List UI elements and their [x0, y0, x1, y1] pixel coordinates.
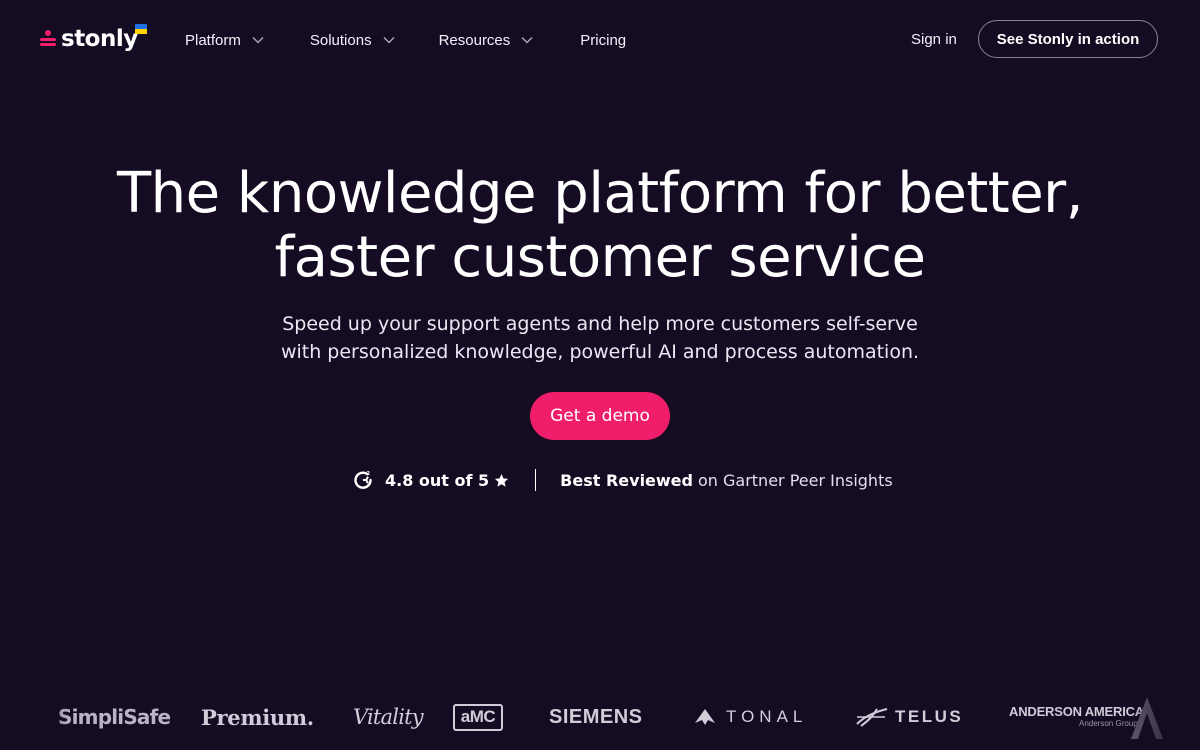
vitality-logo: Vitality [353, 705, 424, 729]
svg-text:2: 2 [367, 471, 371, 477]
star-icon [495, 473, 509, 487]
telus-logo-text: TELUS [895, 707, 964, 726]
logos-fade-left [0, 660, 70, 750]
premium-logo: Premium. [201, 704, 314, 730]
sign-in-link[interactable]: Sign in [911, 30, 957, 50]
rating-bar: 2 4.8 out of 5 Best Reviewed on Gartner … [353, 468, 893, 492]
telus-logo: TELUS [855, 690, 963, 744]
tonal-mark-icon [695, 709, 715, 725]
hero-subtitle-line-2: with personalized knowledge, powerful AI… [280, 341, 920, 363]
chevron-down-icon [383, 36, 395, 44]
ukraine-flag-icon [135, 24, 147, 34]
nav-item-label: Resources [438, 31, 511, 49]
telus-mark-icon [856, 708, 888, 727]
hero-title-line-2: faster customer service [274, 225, 926, 290]
see-stonly-in-action-button[interactable]: See Stonly in action [978, 20, 1158, 58]
tonal-logo: TONAL [694, 690, 807, 744]
amc-logo-text: aMC [453, 703, 503, 731]
nav-item-label: Solutions [309, 31, 372, 49]
rating-score: 4.8 out of 5 [385, 470, 490, 490]
nav-item-label: Pricing [580, 31, 627, 49]
chevron-down-icon [252, 36, 264, 44]
nav-item-resources[interactable]: Resources [439, 32, 535, 49]
nav-item-platform[interactable]: Platform [185, 32, 265, 49]
top-navigation: stonly Platform Solutions Resources Pric… [0, 0, 1200, 80]
logos-fade-right [1130, 660, 1200, 750]
gartner-source: on Gartner Peer Insights [697, 470, 893, 490]
hero-title: The knowledge platform for better, faste… [100, 162, 1100, 290]
amc-logo: aMC [453, 690, 503, 744]
nav-item-label: Platform [185, 31, 241, 49]
nav-item-solutions[interactable]: Solutions [310, 32, 396, 49]
best-reviewed-label: Best Reviewed [560, 470, 693, 490]
simplisafe-logo: SimpliSafe [58, 705, 171, 729]
brand-name: stonly [61, 26, 138, 52]
main-menu: Platform Solutions Resources Pricing [185, 30, 626, 50]
nav-item-pricing[interactable]: Pricing [580, 32, 626, 49]
siemens-logo: SIEMENS [549, 705, 643, 728]
get-a-demo-button[interactable]: Get a demo [530, 392, 670, 440]
tonal-logo-text: TONAL [726, 707, 808, 726]
hero-title-line-1: The knowledge platform for better, [116, 161, 1084, 226]
customer-logos-strip: SimpliSafe Premium. Vitality aMC SIEMENS… [0, 690, 1200, 744]
rating-divider [535, 469, 537, 491]
chevron-down-icon [521, 36, 533, 44]
hero-subtitle: Speed up your support agents and help mo… [200, 310, 1000, 366]
hero-subtitle-line-1: Speed up your support agents and help mo… [282, 313, 918, 335]
g2-icon: 2 [354, 471, 372, 489]
stonly-logo-icon [40, 29, 56, 49]
anderson-america-logo: ANDERSON AMERICA Anderson Group [1009, 690, 1144, 744]
stonly-logo[interactable]: stonly [40, 22, 138, 56]
anderson-america-logo-text: ANDERSON AMERICA [1009, 704, 1144, 719]
